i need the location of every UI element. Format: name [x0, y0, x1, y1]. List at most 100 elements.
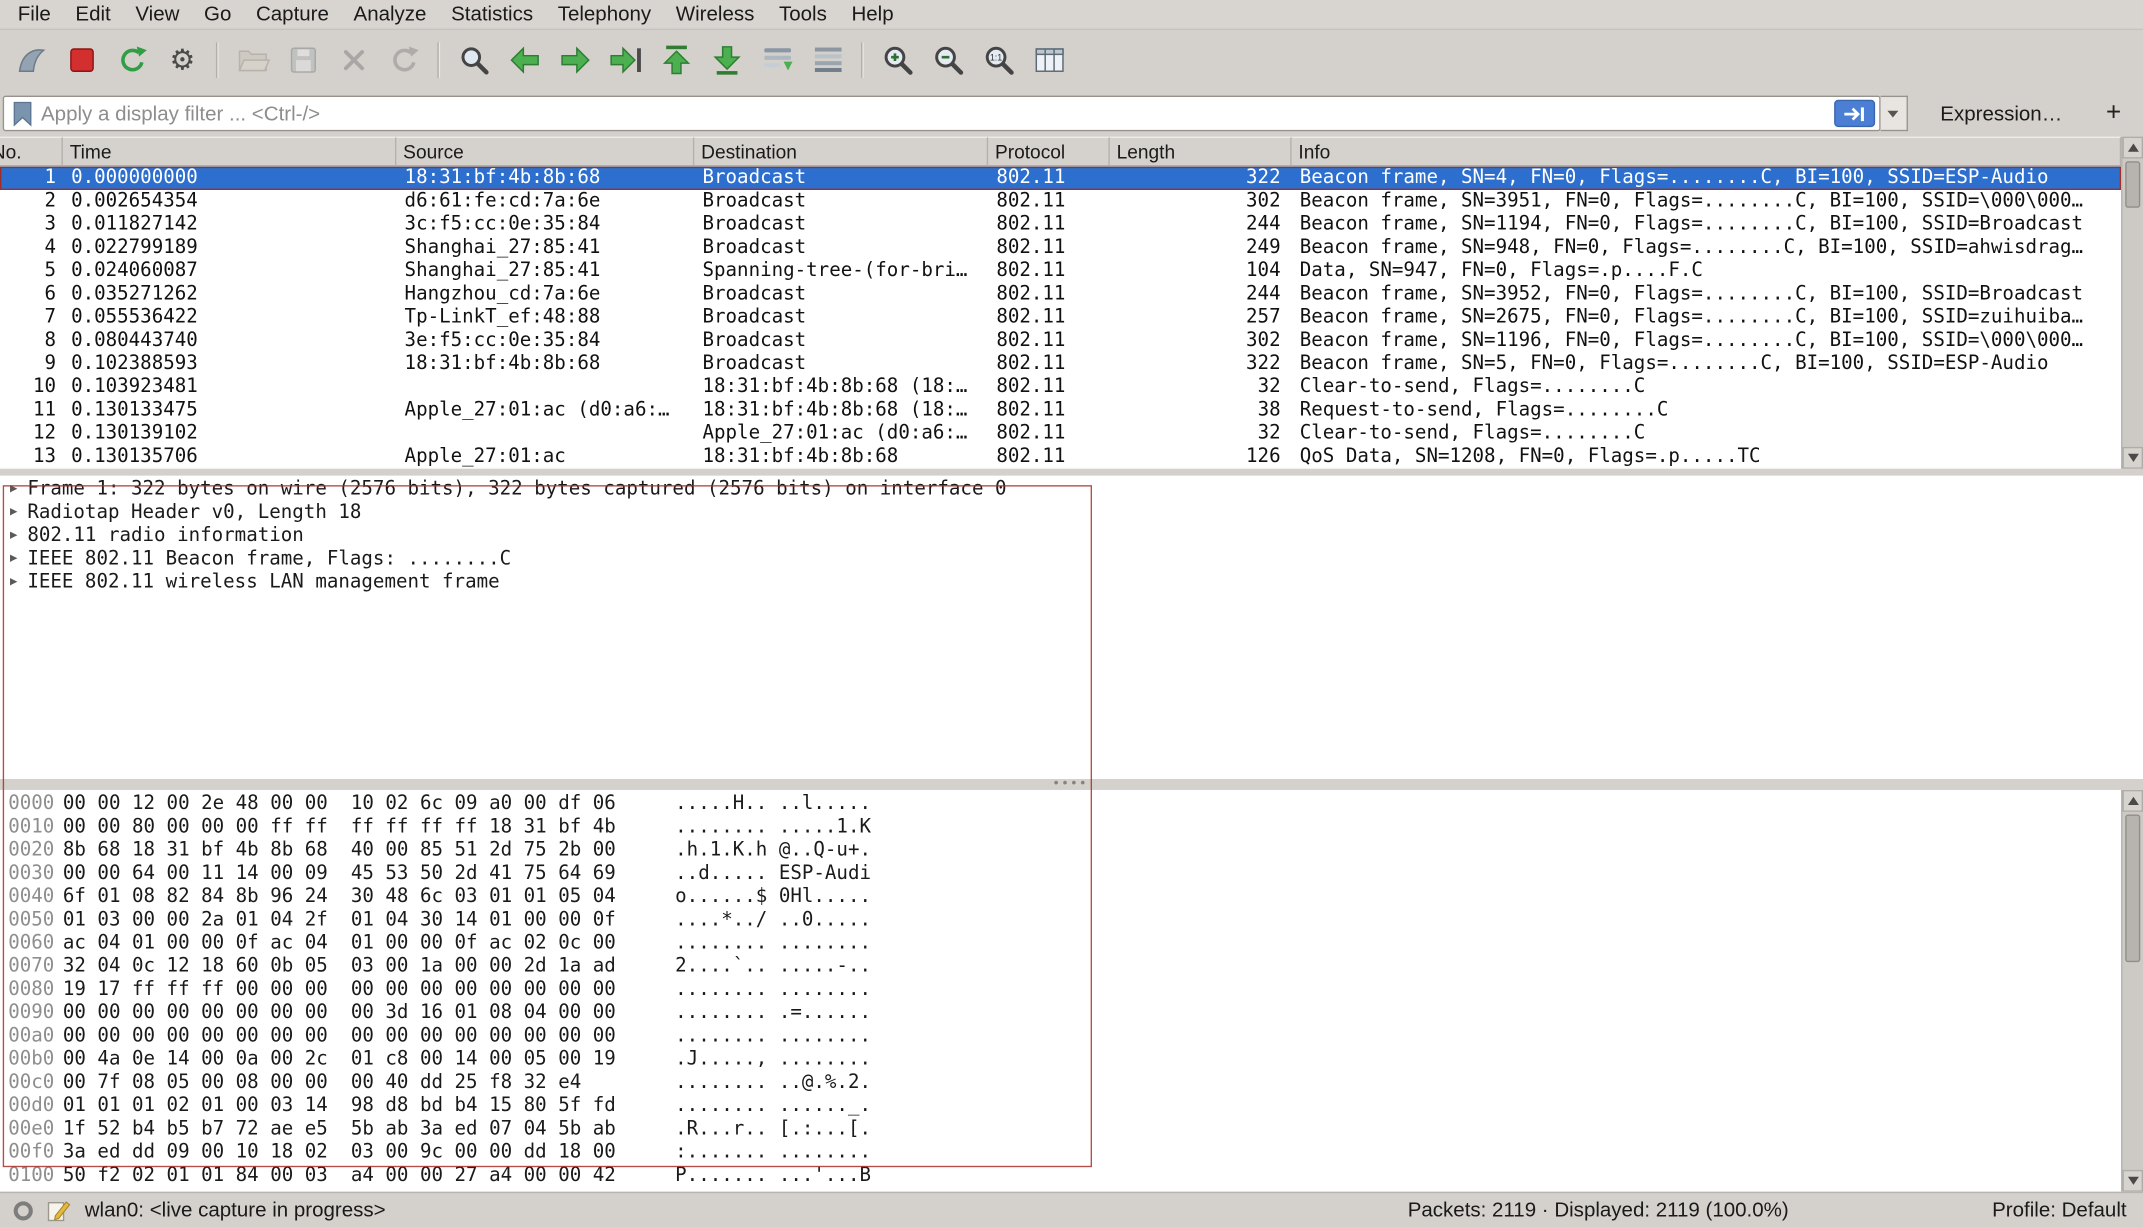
- menu-item-file[interactable]: File: [5, 0, 63, 29]
- packet-detail-line-4[interactable]: ▶IEEE 802.11 Beacon frame, Flags: ......…: [0, 548, 2143, 571]
- scrollbar-thumb[interactable]: [2125, 815, 2140, 963]
- filter-dropdown-button[interactable]: [1880, 96, 1907, 132]
- pane-divider-bottom[interactable]: ••••: [0, 779, 2143, 790]
- column-header-source[interactable]: Source: [396, 137, 694, 167]
- capture-comment-icon[interactable]: [46, 1198, 71, 1223]
- start-capture-button[interactable]: [5, 37, 56, 83]
- menu-item-wireless[interactable]: Wireless: [663, 0, 766, 29]
- column-header-length[interactable]: Length: [1110, 137, 1292, 167]
- hex-row-00c0[interactable]: 00c000 7f 08 05 00 08 00 00 00 40 dd 25 …: [0, 1071, 2143, 1094]
- add-filter-button[interactable]: +: [2095, 98, 2132, 128]
- hex-row-0010[interactable]: 001000 00 80 00 00 00 ff ff ff ff ff ff …: [0, 816, 2143, 839]
- capture-options-button[interactable]: ⚙: [157, 37, 208, 83]
- hex-row-0100[interactable]: 010050 f2 02 01 01 84 00 03 a4 00 00 27 …: [0, 1164, 2143, 1187]
- expander-icon[interactable]: ▶: [0, 525, 27, 548]
- hex-row-00a0[interactable]: 00a000 00 00 00 00 00 00 00 00 00 00 00 …: [0, 1025, 2143, 1048]
- packet-row-8[interactable]: 80.0804437403e:f5:cc:0e:35:84Broadcast80…: [0, 329, 2121, 352]
- cell-no: 13: [0, 446, 63, 469]
- menu-item-analyze[interactable]: Analyze: [341, 0, 439, 29]
- hex-row-0040[interactable]: 00406f 01 08 82 84 8b 96 24 30 48 6c 03 …: [0, 886, 2143, 909]
- restart-capture-button[interactable]: [107, 37, 158, 83]
- hex-row-0060[interactable]: 0060ac 04 01 00 00 0f ac 04 01 00 00 0f …: [0, 932, 2143, 955]
- zoom-in-button[interactable]: [872, 37, 923, 83]
- scrollbar-thumb[interactable]: [2125, 161, 2140, 207]
- hex-row-0000[interactable]: 000000 00 12 00 2e 48 00 00 10 02 6c 09 …: [0, 793, 2143, 816]
- menu-item-edit[interactable]: Edit: [63, 0, 123, 29]
- cell-no: 2: [0, 190, 63, 213]
- packet-row-11[interactable]: 110.130133475Apple_27:01:ac (d0:a6:…18:3…: [0, 399, 2121, 422]
- packet-row-3[interactable]: 30.0118271423c:f5:cc:0e:35:84Broadcast80…: [0, 213, 2121, 236]
- hex-row-0080[interactable]: 008019 17 ff ff ff 00 00 00 00 00 00 00 …: [0, 979, 2143, 1002]
- scroll-down-button[interactable]: [2122, 447, 2143, 469]
- packet-row-4[interactable]: 40.022799189Shanghai_27:85:41Broadcast80…: [0, 236, 2121, 259]
- display-filter-input[interactable]: [41, 102, 1825, 125]
- profile-label[interactable]: Profile: Default: [1992, 1199, 2126, 1222]
- hex-bytes: 8b 68 18 31 bf 4b 8b 68 40 00 85 51 2d 7…: [63, 839, 675, 862]
- filter-bookmark-icon[interactable]: [12, 100, 33, 126]
- column-header-no[interactable]: No.: [0, 137, 63, 167]
- expression-button[interactable]: Expression…: [1927, 102, 2076, 125]
- packet-detail-line-2[interactable]: ▶Radiotap Header v0, Length 18: [0, 502, 2143, 525]
- hex-row-00b0[interactable]: 00b000 4a 0e 14 00 0a 00 2c 01 c8 00 14 …: [0, 1048, 2143, 1071]
- go-last-button[interactable]: [701, 37, 752, 83]
- menu-item-help[interactable]: Help: [839, 0, 906, 29]
- hex-row-0090[interactable]: 009000 00 00 00 00 00 00 00 00 3d 16 01 …: [0, 1002, 2143, 1025]
- stop-capture-button[interactable]: [56, 37, 107, 83]
- menu-item-capture[interactable]: Capture: [244, 0, 342, 29]
- packet-list-scrollbar[interactable]: [2121, 137, 2143, 469]
- colorize-button[interactable]: [802, 37, 853, 83]
- cell-source: 3c:f5:cc:0e:35:84: [396, 213, 694, 236]
- hex-row-0070[interactable]: 007032 04 0c 12 18 60 0b 05 03 00 1a 00 …: [0, 955, 2143, 978]
- hex-row-00e0[interactable]: 00e01f 52 b4 b5 b7 72 ae e5 5b ab 3a ed …: [0, 1118, 2143, 1141]
- auto-scroll-button[interactable]: [752, 37, 803, 83]
- hex-offset: 0070: [0, 955, 63, 978]
- zoom-out-button[interactable]: [923, 37, 974, 83]
- packet-row-6[interactable]: 60.035271262Hangzhou_cd:7a:6eBroadcast80…: [0, 283, 2121, 306]
- go-forward-button[interactable]: [549, 37, 600, 83]
- go-first-button[interactable]: [651, 37, 702, 83]
- packet-detail-line-1[interactable]: ▶Frame 1: 322 bytes on wire (2576 bits),…: [0, 478, 2143, 501]
- display-filter-field[interactable]: [3, 96, 1880, 132]
- scroll-down-button[interactable]: [2122, 1170, 2143, 1192]
- menu-item-statistics[interactable]: Statistics: [439, 0, 546, 29]
- menu-item-telephony[interactable]: Telephony: [545, 0, 663, 29]
- column-header-destination[interactable]: Destination: [694, 137, 988, 167]
- hex-row-0050[interactable]: 005001 03 00 00 2a 01 04 2f 01 04 30 14 …: [0, 909, 2143, 932]
- packet-row-10[interactable]: 100.10392348118:31:bf:4b:8b:68 (18:…802.…: [0, 376, 2121, 399]
- hex-scrollbar[interactable]: [2121, 790, 2143, 1192]
- scroll-up-button[interactable]: [2122, 790, 2143, 812]
- packet-row-13[interactable]: 130.130135706Apple_27:01:ac18:31:bf:4b:8…: [0, 446, 2121, 469]
- expander-icon[interactable]: ▶: [0, 571, 27, 594]
- scroll-up-button[interactable]: [2122, 137, 2143, 159]
- column-header-protocol[interactable]: Protocol: [988, 137, 1110, 167]
- hex-row-0020[interactable]: 00208b 68 18 31 bf 4b 8b 68 40 00 85 51 …: [0, 839, 2143, 862]
- packet-detail-line-5[interactable]: ▶IEEE 802.11 wireless LAN management fra…: [0, 571, 2143, 594]
- hex-row-00f0[interactable]: 00f03a ed dd 09 00 10 18 02 03 00 9c 00 …: [0, 1141, 2143, 1164]
- packet-row-1[interactable]: 10.00000000018:31:bf:4b:8b:68Broadcast80…: [0, 167, 2121, 190]
- packet-row-5[interactable]: 50.024060087Shanghai_27:85:41Spanning-tr…: [0, 260, 2121, 283]
- resize-columns-button[interactable]: [1024, 37, 1075, 83]
- column-header-time[interactable]: Time: [63, 137, 396, 167]
- pane-divider-top[interactable]: [0, 469, 2143, 476]
- column-header-info[interactable]: Info: [1292, 137, 2122, 167]
- go-back-button[interactable]: [499, 37, 550, 83]
- zoom-reset-button[interactable]: 1:1: [973, 37, 1024, 83]
- hex-row-00d0[interactable]: 00d001 01 01 02 01 00 03 14 98 d8 bd b4 …: [0, 1095, 2143, 1118]
- expert-info-icon[interactable]: [14, 1201, 33, 1220]
- expander-icon[interactable]: ▶: [0, 548, 27, 571]
- find-packet-button[interactable]: [448, 37, 499, 83]
- menu-item-tools[interactable]: Tools: [767, 0, 839, 29]
- menu-item-view[interactable]: View: [123, 0, 192, 29]
- hex-row-0030[interactable]: 003000 00 64 00 11 14 00 09 45 53 50 2d …: [0, 862, 2143, 885]
- packet-row-9[interactable]: 90.10238859318:31:bf:4b:8b:68Broadcast80…: [0, 353, 2121, 376]
- cell-info: Clear-to-send, Flags=........C: [1292, 376, 2122, 399]
- packet-row-12[interactable]: 120.130139102Apple_27:01:ac (d0:a6:…802.…: [0, 422, 2121, 445]
- expander-icon[interactable]: ▶: [0, 502, 27, 525]
- packet-row-2[interactable]: 20.002654354d6:61:fe:cd:7a:6eBroadcast80…: [0, 190, 2121, 213]
- packet-detail-line-3[interactable]: ▶802.11 radio information: [0, 525, 2143, 548]
- go-to-packet-button[interactable]: [600, 37, 651, 83]
- menu-item-go[interactable]: Go: [192, 0, 244, 29]
- expander-icon[interactable]: ▶: [0, 478, 27, 501]
- packet-row-7[interactable]: 70.055536422Tp-LinkT_ef:48:88Broadcast80…: [0, 306, 2121, 329]
- apply-filter-button[interactable]: [1834, 100, 1875, 127]
